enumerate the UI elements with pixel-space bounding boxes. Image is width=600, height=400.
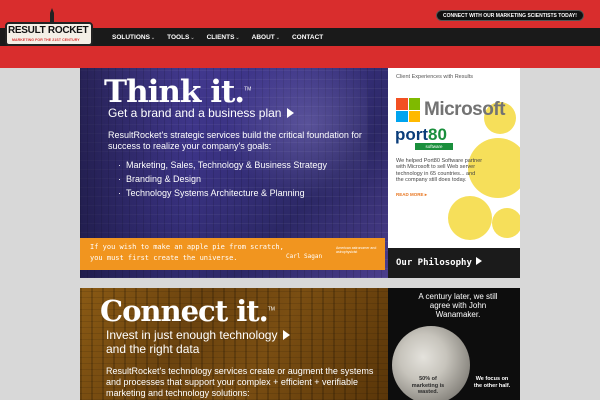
- chevron-down-icon: ⌄: [190, 34, 195, 41]
- list-item: Marketing, Sales, Technology & Business …: [118, 158, 388, 172]
- arrow-right-icon: [287, 108, 295, 118]
- think-it-panel: Think it.TM Get a brand and a business p…: [80, 68, 520, 278]
- subhead-text: Get a brand and a business plan: [108, 106, 282, 120]
- port80-software-tag: software: [415, 143, 453, 150]
- connect-it-intro: ResultRocket's technology services creat…: [106, 366, 374, 398]
- arrow-right-icon: [475, 257, 482, 265]
- connect-it-subhead: Invest in just enough technology: [106, 328, 291, 342]
- chevron-down-icon: ⌄: [275, 34, 280, 41]
- nav-clients[interactable]: CLIENTS⌄: [207, 34, 240, 41]
- subhead-text: Invest in just enough technology: [106, 328, 278, 342]
- case-study-text: We helped Port80 Software partner with M…: [396, 158, 483, 183]
- nav-label: TOOLS: [167, 33, 190, 41]
- gear-icon: [448, 196, 492, 240]
- stat-wasted: 50% of marketing is wasted.: [411, 376, 445, 395]
- logo-wordmark: RESULT ROCKET: [8, 25, 89, 36]
- nav-label: CLIENTS: [206, 33, 235, 41]
- stat-other-half: We focus on the other half.: [473, 376, 511, 389]
- chevron-down-icon: ⌄: [235, 34, 240, 41]
- think-it-headline: Think it.TM: [104, 74, 251, 110]
- nav-solutions[interactable]: SOLUTIONS⌄: [112, 34, 155, 41]
- chevron-down-icon: ⌄: [150, 34, 156, 41]
- nav-label: SOLUTIONS: [112, 33, 150, 41]
- connect-it-subhead-line2: and the right data: [106, 342, 200, 356]
- sidebar-title: Client Experiences with Results: [396, 74, 474, 80]
- wanamaker-quote: A century later, we still agree with Joh…: [418, 292, 498, 319]
- quote-author-note: American astronomer and astrophysicist: [336, 246, 377, 254]
- logo-tagline: MARKETING FOR THE 21ST CENTURY: [12, 38, 80, 42]
- gear-icon: [492, 208, 520, 238]
- connect-it-hero[interactable]: Connect it.TM Invest in just enough tech…: [80, 288, 388, 400]
- port80-name: port: [395, 125, 429, 144]
- trademark: TM: [244, 86, 252, 93]
- connect-it-panel: Connect it.TM Invest in just enough tech…: [80, 288, 520, 400]
- nav-label: CONTACT: [291, 33, 324, 41]
- main-nav: SOLUTIONS⌄ TOOLS⌄ CLIENTS⌄ ABOUT⌄ CONTAC…: [112, 28, 335, 46]
- think-it-bullets: Marketing, Sales, Technology & Business …: [118, 158, 388, 200]
- think-it-intro: ResultRocket's strategic services build …: [108, 130, 362, 151]
- resultrocket-logo[interactable]: RESULT ROCKET MARKETING FOR THE 21ST CEN…: [5, 8, 93, 54]
- read-more-link[interactable]: READ MORE ▸: [396, 192, 427, 198]
- port80-number: 80: [428, 125, 447, 144]
- quote-author: Carl Sagan: [286, 253, 323, 260]
- our-philosophy-button[interactable]: Our Philosophy: [388, 248, 520, 278]
- site-header: RESULT ROCKET MARKETING FOR THE 21ST CEN…: [0, 0, 600, 68]
- philosophy-label: Our Philosophy: [396, 257, 482, 268]
- think-it-subhead: Get a brand and a business plan: [108, 106, 295, 120]
- trademark: TM: [267, 306, 275, 313]
- microsoft-wordmark: Microsoft: [424, 99, 506, 120]
- port80-logo: port80: [395, 125, 447, 145]
- microsoft-logo-icon: [396, 98, 420, 122]
- headline-text: Think it.: [104, 74, 245, 110]
- list-item: Branding & Design: [118, 172, 388, 186]
- nav-about[interactable]: ABOUT⌄: [252, 34, 280, 41]
- client-experiences-sidebar[interactable]: Client Experiences with Results Microsof…: [388, 68, 520, 248]
- nav-label: ABOUT: [251, 33, 275, 41]
- wanamaker-sidebar[interactable]: A century later, we still agree with Joh…: [388, 288, 520, 400]
- connect-it-headline: Connect it.TM: [100, 294, 275, 328]
- quote-text: If you wish to make an apple pie from sc…: [90, 243, 284, 262]
- nav-tools[interactable]: TOOLS⌄: [167, 34, 194, 41]
- arrow-right-icon: [283, 330, 291, 340]
- connect-cta-button[interactable]: CONNECT WITH OUR MARKETING SCIENTISTS TO…: [436, 10, 584, 21]
- list-item: Technology Systems Architecture & Planni…: [118, 186, 388, 200]
- quote-banner: If you wish to make an apple pie from sc…: [80, 238, 385, 270]
- philosophy-text: Our Philosophy: [396, 258, 472, 268]
- nav-contact[interactable]: CONTACT: [292, 34, 323, 41]
- headline-text: Connect it.: [100, 294, 269, 328]
